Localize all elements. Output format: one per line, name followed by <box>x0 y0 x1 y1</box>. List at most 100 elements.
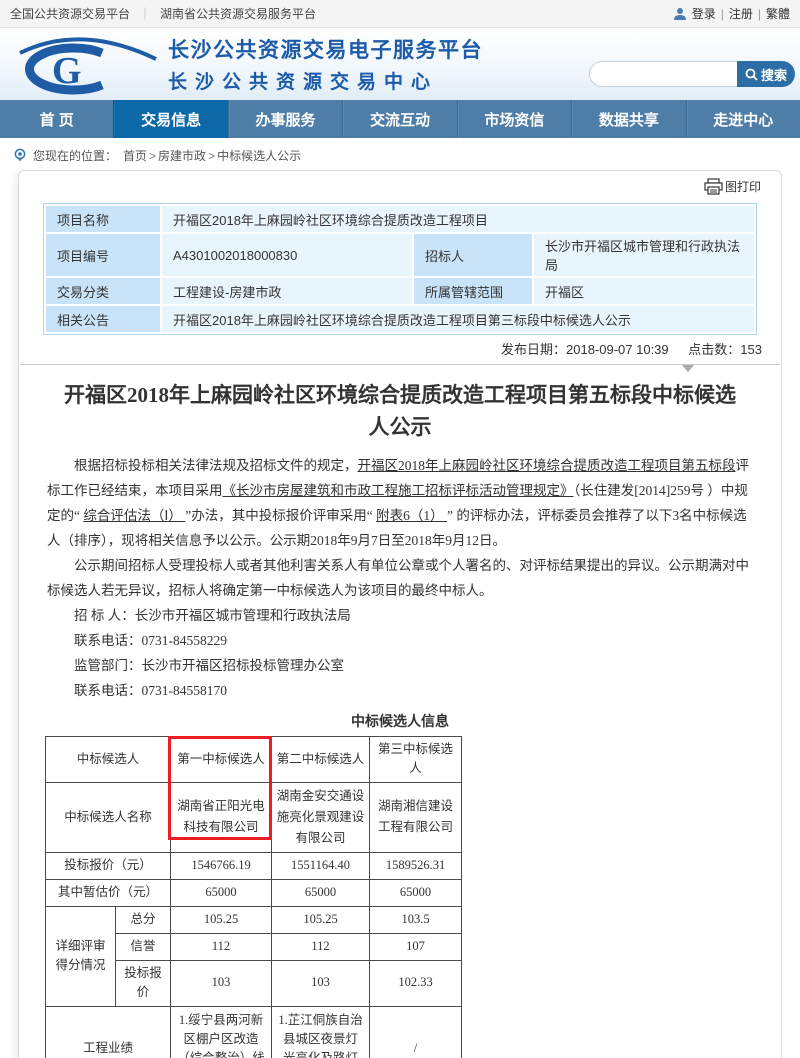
cand-cell: 105.25 <box>171 906 272 933</box>
table-row: 投标报价（元）1546766.191551164.401589526.31 <box>46 852 462 879</box>
search-input[interactable] <box>589 61 737 87</box>
breadcrumb-item[interactable]: 房建市政 <box>158 149 206 163</box>
nav-tab-interaction[interactable]: 交流互动 <box>342 100 456 138</box>
contact-line: 监管部门：长沙市开福区招标投标管理办公室 <box>47 653 753 678</box>
candidates-caption: 中标候选人信息 <box>19 711 781 731</box>
table-header-row: 中标候选人第一中标候选人第二中标候选人第三中标候选人 <box>46 737 462 783</box>
search-button-label: 搜索 <box>761 65 787 84</box>
table-row: 中标候选人名称湖南省正阳光电科技有限公司湖南金安交通设施亮化景观建设有限公司湖南… <box>46 782 462 852</box>
table-row: 详细评审得分情况总分105.25105.25103.5 <box>46 906 462 933</box>
underlined-text: 附表6（1） <box>376 508 447 523</box>
cand-cell: 102.33 <box>370 960 462 1006</box>
content-panel: 图打印 项目名称 开福区2018年上麻园岭社区环境综合提质改造工程项目 项目编号… <box>18 170 782 1058</box>
print-button[interactable]: 图打印 <box>704 178 761 195</box>
cand-cell: 112 <box>171 933 272 960</box>
info-row: 项目名称 开福区2018年上麻园岭社区环境综合提质改造工程项目 <box>45 205 755 233</box>
cand-cell: 1.绥宁县两河新区棚户区改造（综合整治）线路改造工程 <box>171 1006 272 1058</box>
underlined-text: 开福区2018年上麻园岭社区环境综合提质改造工程项目第五标段 <box>358 458 736 473</box>
cand-cell: 1.芷江侗族自治县城区夜景灯光亮化及路灯改造工程 <box>272 1006 370 1058</box>
contact-line: 联系电话：0731-84558229 <box>47 628 753 653</box>
candidates-table-wrap: 中标候选人第一中标候选人第二中标候选人第三中标候选人中标候选人名称湖南省正阳光电… <box>45 736 463 1058</box>
search-box: 搜索 <box>589 61 795 87</box>
breadcrumb-item: 中标候选人公示 <box>217 149 301 163</box>
info-label: 项目名称 <box>45 205 161 233</box>
info-value: 工程建设-房建市政 <box>161 277 413 305</box>
site-titles: 长沙公共资源交易电子服务平台 长沙公共资源交易中心 <box>168 34 483 94</box>
printer-icon <box>704 178 723 195</box>
info-row: 交易分类 工程建设-房建市政 所属管辖范围 开福区 <box>45 277 755 305</box>
breadcrumb-separator: > <box>149 149 156 163</box>
user-icon <box>673 7 687 21</box>
hits-count: 153 <box>740 342 762 357</box>
table-row: 工程业绩1.绥宁县两河新区棚户区改造（综合整治）线路改造工程1.芷江侗族自治县城… <box>46 1006 462 1058</box>
search-button[interactable]: 搜索 <box>737 61 795 87</box>
login-link[interactable]: 登录 <box>692 5 716 22</box>
table-row: 其中暂估价（元）650006500065000 <box>46 879 462 906</box>
topbar-link-hunan[interactable]: 湖南省公共资源交易服务平台 <box>160 5 316 22</box>
cand-group-label: 详细评审得分情况 <box>46 906 116 1006</box>
cand-header-cell: 第三中标候选人 <box>370 737 462 783</box>
cand-row-label: 工程业绩 <box>46 1006 171 1058</box>
top-utility-bar: 全国公共资源交易平台 ｜ 湖南省公共资源交易服务平台 登录 | 注册 | 繁體 <box>0 0 800 28</box>
cand-cell: 1551164.40 <box>272 852 370 879</box>
info-label: 相关公告 <box>45 305 161 333</box>
hits-label: 点击数： <box>688 342 740 357</box>
nav-tab-services[interactable]: 办事服务 <box>228 100 342 138</box>
contact-line: 招 标 人：长沙市开福区城市管理和行政执法局 <box>47 603 753 628</box>
main-nav: 首 页交易信息办事服务交流互动市场资信数据共享走进中心 <box>0 100 800 138</box>
breadcrumb-path: 首页>房建市政>中标候选人公示 <box>123 147 301 164</box>
cand-cell: 65000 <box>370 879 462 906</box>
info-row: 项目编号 A4301002018000830 招标人 长沙市开福区城市管理和行政… <box>45 233 755 277</box>
project-info-box: 项目名称 开福区2018年上麻园岭社区环境综合提质改造工程项目 项目编号 A43… <box>43 203 757 335</box>
print-row: 图打印 <box>19 177 781 201</box>
nav-tab-trade-info[interactable]: 交易信息 <box>113 100 227 138</box>
underlined-text: 《长沙市房屋建筑和市政工程施工招标评标活动管理规定》 <box>223 483 574 498</box>
site-logo-icon[interactable]: G <box>6 33 158 95</box>
cand-row-label: 投标报价（元） <box>46 852 171 879</box>
svg-text:G: G <box>52 50 82 92</box>
text-segment: 公示期间招标人受理投标人或者其他利害关系人有单位公章或个人署名的、对评标结果提出… <box>47 558 749 598</box>
topbar-separator: ｜ <box>139 5 151 22</box>
search-icon <box>745 68 758 81</box>
auth-divider: | <box>758 7 761 21</box>
nav-tab-about-center[interactable]: 走进中心 <box>686 100 800 138</box>
cand-cell: 湖南省正阳光电科技有限公司 <box>171 782 272 852</box>
publish-date-label: 发布日期： <box>501 342 566 357</box>
nav-tab-data-share[interactable]: 数据共享 <box>571 100 685 138</box>
info-value: A4301002018000830 <box>161 233 413 277</box>
breadcrumb-item[interactable]: 首页 <box>123 149 147 163</box>
cand-cell: 1589526.31 <box>370 852 462 879</box>
cand-row-label: 其中暂估价（元） <box>46 879 171 906</box>
info-value: 开福区 <box>533 277 755 305</box>
topbar-link-national[interactable]: 全国公共资源交易平台 <box>10 5 130 22</box>
cand-cell: / <box>370 1006 462 1058</box>
auth-divider: | <box>721 7 724 21</box>
cand-cell: 湖南金安交通设施亮化景观建设有限公司 <box>272 782 370 852</box>
nav-tab-home[interactable]: 首 页 <box>0 100 113 138</box>
info-label: 交易分类 <box>45 277 161 305</box>
register-link[interactable]: 注册 <box>729 5 753 22</box>
cand-cell: 105.25 <box>272 906 370 933</box>
cand-cell: 湖南湘信建设工程有限公司 <box>370 782 462 852</box>
lang-toggle-link[interactable]: 繁體 <box>766 5 790 22</box>
text-segment: 根据招标投标相关法律法规及招标文件的规定， <box>74 458 358 473</box>
topbar-links: 全国公共资源交易平台 ｜ 湖南省公共资源交易服务平台 <box>10 5 316 22</box>
topbar-auth: 登录 | 注册 | 繁體 <box>673 5 790 22</box>
cand-sub-label: 信誉 <box>116 933 171 960</box>
info-row: 相关公告 开福区2018年上麻园岭社区环境综合提质改造工程项目第三标段中标候选人… <box>45 305 755 333</box>
collapse-arrow-icon <box>682 365 694 372</box>
cand-cell: 65000 <box>272 879 370 906</box>
contact-line: 联系电话：0731-84558170 <box>47 678 753 703</box>
cand-header-cell: 第二中标候选人 <box>272 737 370 783</box>
cand-cell: 1546766.19 <box>171 852 272 879</box>
nav-tab-market-credit[interactable]: 市场资信 <box>457 100 571 138</box>
info-label: 所属管辖范围 <box>413 277 533 305</box>
cand-cell: 103.5 <box>370 906 462 933</box>
article-paragraph: 公示期间招标人受理投标人或者其他利害关系人有单位公章或个人署名的、对评标结果提出… <box>47 553 753 603</box>
cand-header-cell: 第一中标候选人 <box>171 737 272 783</box>
cand-header-cell: 中标候选人 <box>46 737 171 783</box>
publish-date: 2018-09-07 10:39 <box>566 342 669 357</box>
project-info-table: 项目名称 开福区2018年上麻园岭社区环境综合提质改造工程项目 项目编号 A43… <box>44 204 756 334</box>
cand-sub-label: 总分 <box>116 906 171 933</box>
article-paragraph: 根据招标投标相关法律法规及招标文件的规定，开福区2018年上麻园岭社区环境综合提… <box>47 453 753 553</box>
